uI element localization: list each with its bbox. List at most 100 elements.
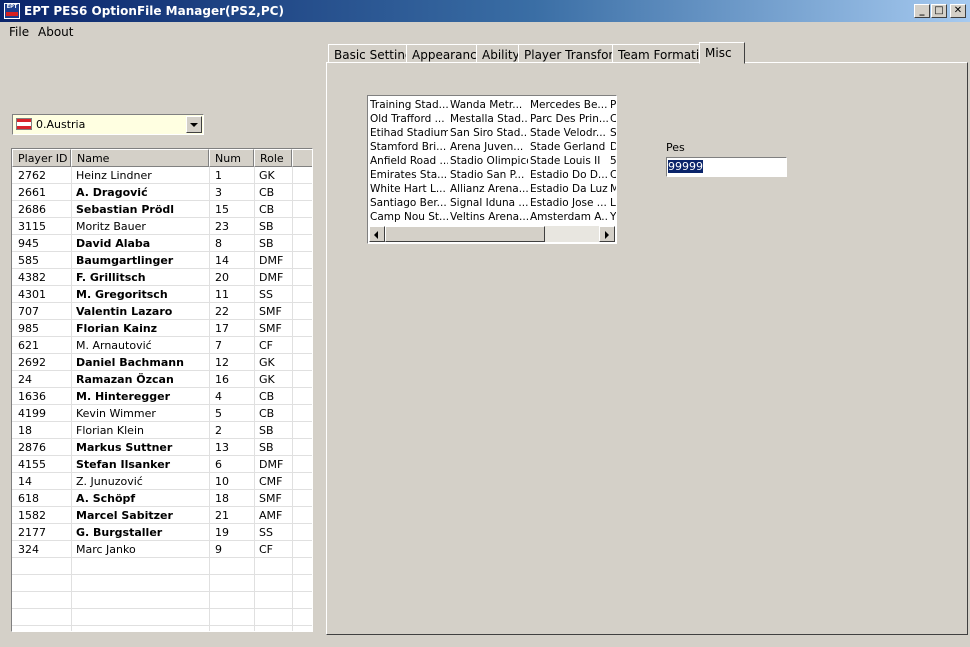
table-row[interactable]: 618 A. Schöpf 18 SMF [12,490,312,507]
menu-about[interactable]: About [38,25,73,39]
menu-file[interactable]: File [9,25,29,39]
stadium-row[interactable]: Emirates Sta... Stadio San P... Estadio Do… [370,168,617,182]
table-row[interactable]: 945 David Alaba 8 SB [12,235,312,252]
player-name-cell: Kevin Wimmer [76,407,156,420]
horizontal-scrollbar[interactable] [369,226,615,242]
table-row[interactable]: 4301 M. Gregoritsch 11 SS [12,286,312,303]
stadium-row[interactable]: Old Trafford ... Mestalla Stad... Parc Des… [370,112,616,126]
table-row[interactable]: 2177 G. Burgstaller 19 SS [12,524,312,541]
stadium-list[interactable]: Training Stad... Wanda Metr... Mercedes Be… [367,95,617,244]
player-num-cell: 5 [215,407,222,420]
player-role-cell: SB [259,237,274,250]
stadium-cell: Old Trafford ... [370,113,445,125]
tab-misc[interactable]: Misc [699,42,745,64]
player-id-cell: 18 [18,424,32,437]
table-row[interactable]: 2762 Heinz Lindner 1 GK [12,167,312,184]
player-id-cell: 4199 [18,407,46,420]
menu-bar: File About [0,22,970,41]
stadium-cell: Signal Iduna ... [450,197,528,209]
column-name[interactable]: Name [71,149,209,167]
close-button[interactable]: ✕ [950,4,966,18]
column-player-id[interactable]: Player ID [12,149,71,167]
table-row[interactable]: 2692 Daniel Bachmann 12 GK [12,354,312,371]
table-row[interactable]: 707 Valentin Lazaro 22 SMF [12,303,312,320]
stadium-row[interactable]: Training Stad... Wanda Metr... Mercedes Be… [370,98,616,112]
player-role-cell: SMF [259,305,282,318]
column-num[interactable]: Num [209,149,254,167]
table-row[interactable]: 3115 Moritz Bauer 23 SB [12,218,312,235]
player-name-cell: Stefan Ilsanker [76,458,171,471]
stadium-cell: Stade Gerland [530,141,606,153]
stadium-row[interactable]: Anfield Road ... Stadio Olimpico Stade Lou… [370,154,616,168]
player-id-cell: 2876 [18,441,46,454]
scroll-thumb[interactable] [385,226,545,242]
player-num-cell: 21 [215,509,229,522]
minimize-button[interactable]: _ [914,4,930,18]
chevron-down-icon[interactable] [186,116,202,133]
stadium-cell: Mestalla Stad... [450,113,528,125]
player-role-cell: SB [259,220,274,233]
player-num-cell: 8 [215,237,222,250]
player-num-cell: 17 [215,322,229,335]
table-row[interactable]: 2686 Sebastian Prödl 15 CB [12,201,312,218]
table-row[interactable]: 621 M. Arnautović 7 CF [12,337,312,354]
player-name-cell: M. Gregoritsch [76,288,168,301]
empty-row [12,575,312,592]
stadium-cell: Veltins Arena... [450,211,528,223]
table-row[interactable]: 985 Florian Kainz 17 SMF [12,320,312,337]
player-role-cell: CF [259,543,274,556]
country-select[interactable]: 0.Austria [12,114,204,135]
player-id-cell: 1636 [18,390,46,403]
stadium-row[interactable]: Etihad Stadium San Siro Stad... Stade Velo… [370,126,616,140]
app-icon-text: EPT [6,4,18,10]
player-list-header: Player ID Name Num Role [12,149,312,167]
table-row[interactable]: 18 Florian Klein 2 SB [12,422,312,439]
player-role-cell: CMF [259,475,283,488]
player-id-cell: 585 [18,254,39,267]
austria-flag-icon [16,118,32,130]
pes-input[interactable]: 99999 [666,157,787,177]
stadium-cell: Etihad Stadium [370,127,448,139]
table-row[interactable]: 2661 A. Dragović 3 CB [12,184,312,201]
player-num-cell: 3 [215,186,222,199]
misc-panel: Training Stad... Wanda Metr... Mercedes Be… [326,62,968,635]
player-id-cell: 4382 [18,271,46,284]
player-name-cell: Ramazan Özcan [76,373,174,386]
player-role-cell: GK [259,373,275,386]
maximize-button[interactable]: □ [931,4,947,18]
title-bar[interactable]: EPT EPT PES6 OptionFile Manager(PS2,PC) … [0,0,970,22]
stadium-row[interactable]: White Hart L... Allianz Arena... Estadio D… [370,182,616,196]
player-num-cell: 23 [215,220,229,233]
table-row[interactable]: 4382 F. Grillitsch 20 DMF [12,269,312,286]
stadium-cell: C [610,169,617,181]
player-num-cell: 7 [215,339,222,352]
player-num-cell: 9 [215,543,222,556]
player-num-cell: 16 [215,373,229,386]
player-name-cell: Florian Klein [76,424,144,437]
stadium-row[interactable]: Santiago Ber... Signal Iduna ... Estadio J… [370,196,616,210]
column-role[interactable]: Role [254,149,292,167]
player-id-cell: 24 [18,373,32,386]
stadium-row[interactable]: Camp Nou St... Veltins Arena... Amsterdam … [370,210,616,224]
table-row[interactable]: 324 Marc Janko 9 CF [12,541,312,558]
table-row[interactable]: 585 Baumgartlinger 14 DMF [12,252,312,269]
stadium-cell: D [610,141,616,153]
player-name-cell: M. Hinteregger [76,390,170,403]
table-row[interactable]: 2876 Markus Suttner 13 SB [12,439,312,456]
table-row[interactable]: 1636 M. Hinteregger 4 CB [12,388,312,405]
player-name-cell: Z. Junuzović [76,475,143,488]
table-row[interactable]: 14 Z. Junuzović 10 CMF [12,473,312,490]
scroll-left-icon[interactable] [369,226,385,242]
table-row[interactable]: 4155 Stefan Ilsanker 6 DMF [12,456,312,473]
scroll-right-icon[interactable] [599,226,615,242]
stadium-row[interactable]: Stamford Bri... Arena Juven... Stade Gerla… [370,140,616,154]
player-num-cell: 1 [215,169,222,182]
player-name-cell: A. Dragović [76,186,148,199]
player-list[interactable]: Player ID Name Num Role 2762 Heinz Lindne… [11,148,313,632]
player-name-cell: David Alaba [76,237,151,250]
player-name-cell: Daniel Bachmann [76,356,184,369]
table-row[interactable]: 24 Ramazan Özcan 16 GK [12,371,312,388]
table-row[interactable]: 4199 Kevin Wimmer 5 CB [12,405,312,422]
table-row[interactable]: 1582 Marcel Sabitzer 21 AMF [12,507,312,524]
window-title: EPT PES6 OptionFile Manager(PS2,PC) [24,4,284,18]
